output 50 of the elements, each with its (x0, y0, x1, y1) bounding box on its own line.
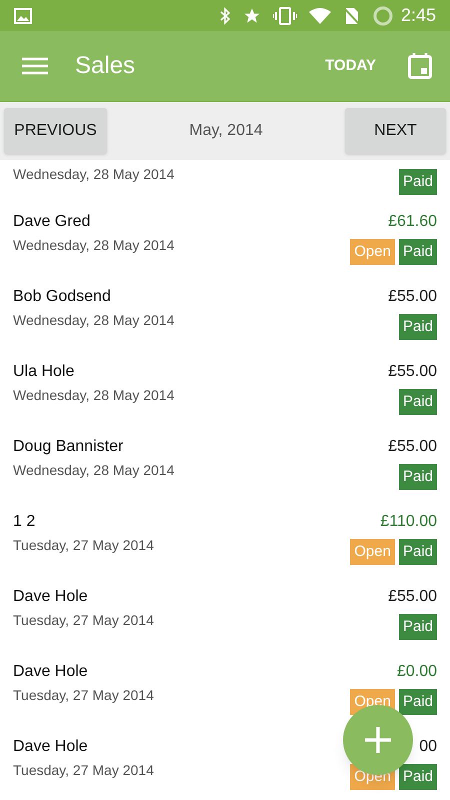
sale-date: Tuesday, 27 May 2014 (13, 686, 154, 705)
sale-date: Wednesday, 28 May 2014 (13, 311, 174, 330)
paid-badge: Paid (398, 389, 437, 415)
paid-badge: Paid (398, 464, 437, 490)
sale-date: Wednesday, 28 May 2014 (13, 236, 174, 255)
customer-name: Dave Hole (13, 737, 89, 757)
clock: 2:45 (400, 4, 436, 27)
sale-date: Tuesday, 27 May 2014 (13, 611, 154, 630)
sale-date: Tuesday, 27 May 2014 (13, 761, 154, 780)
open-badge: Open (350, 239, 395, 265)
paid-badge: Paid (398, 314, 437, 340)
sale-date: Wednesday, 28 May 2014 (13, 165, 174, 184)
sale-date: Wednesday, 28 May 2014 (13, 386, 174, 405)
sale-amount: £55.00 (388, 437, 437, 457)
paid-badge: Paid (398, 239, 437, 265)
previous-button[interactable]: PREVIOUS (4, 108, 107, 154)
sale-amount: £61.60 (388, 212, 437, 232)
sale-amount: £0.00 (396, 662, 437, 682)
star-icon (242, 6, 261, 24)
plus-icon (365, 727, 391, 753)
sale-amount: 00 (419, 737, 437, 757)
paid-badge: Paid (398, 764, 437, 790)
sale-amount: £55.00 (388, 287, 437, 307)
next-button[interactable]: NEXT (345, 108, 446, 154)
menu-icon[interactable] (22, 57, 48, 75)
sale-date: Wednesday, 28 May 2014 (13, 461, 174, 480)
battery-icon (372, 6, 393, 26)
period-label: May, 2014 (188, 121, 264, 141)
app-title: Sales (75, 51, 136, 81)
sale-amount: £55.00 (388, 587, 437, 607)
picture-icon (14, 8, 32, 24)
paid-badge: Paid (398, 539, 437, 565)
customer-name: Dave Gred (13, 212, 92, 232)
customer-name: Doug Bannister (13, 437, 124, 457)
open-badge: Open (350, 539, 395, 565)
customer-name: Dave Hole (13, 662, 89, 682)
sale-date: Tuesday, 27 May 2014 (13, 536, 154, 555)
vibrate-icon (272, 6, 297, 24)
customer-name: Ula Hole (13, 362, 76, 382)
customer-name: Bob Godsend (13, 287, 112, 307)
wifi-icon (308, 8, 331, 24)
paid-badge: Paid (398, 614, 437, 640)
bluetooth-icon (218, 6, 231, 24)
sale-amount: £55.00 (388, 362, 437, 382)
sale-amount: £110.00 (380, 512, 437, 532)
paid-badge: Paid (398, 689, 437, 715)
customer-name: Dave Hole (13, 587, 89, 607)
customer-name: 1 2 (13, 512, 36, 532)
paid-badge: Paid (398, 169, 437, 195)
calendar-icon[interactable] (408, 52, 432, 80)
